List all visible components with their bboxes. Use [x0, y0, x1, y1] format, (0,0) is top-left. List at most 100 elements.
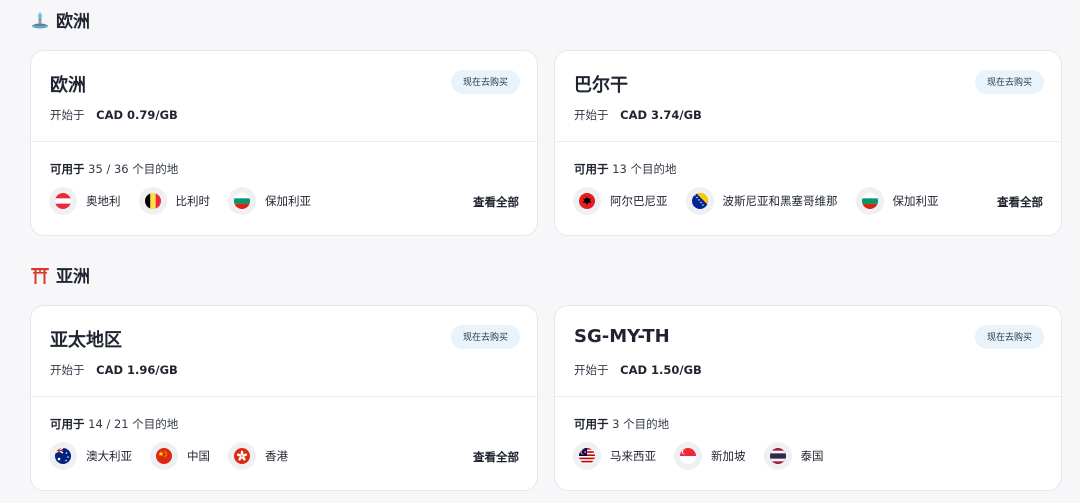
australia-flag-icon [55, 448, 71, 464]
avail-count: 14 / 21 [88, 417, 129, 431]
section-header-europe: 欧洲 [30, 7, 90, 32]
country-name: 波斯尼亚和黑塞哥维那 [722, 194, 838, 208]
price-value: CAD 3.74/GB [620, 108, 702, 122]
avail-count: 3 [612, 417, 620, 431]
country-list: 奥地利 比利时 保加利亚 [49, 187, 329, 215]
availability-line: 可用于 13 个目的地 [574, 161, 676, 177]
country-item: 波斯尼亚和黑塞哥维那 [685, 187, 838, 215]
price-line: 开始于 CAD 1.96/GB [50, 362, 178, 378]
price-value: CAD 0.79/GB [96, 108, 178, 122]
belgium-flag-icon [144, 193, 161, 209]
price-line: 开始于 CAD 0.79/GB [50, 107, 178, 123]
country-item: 保加利亚 [855, 187, 939, 215]
fountain-icon [32, 11, 48, 28]
country-item: 香港 [228, 442, 288, 470]
buy-now-button[interactable]: 现在去购买 [450, 70, 520, 94]
country-name: 保加利亚 [892, 194, 939, 208]
avail-label: 可用于 [50, 162, 85, 176]
availability-line: 可用于 3 个目的地 [574, 416, 669, 432]
country-name: 奥地利 [86, 194, 121, 208]
country-name: 中国 [187, 449, 210, 463]
avail-suffix: 个目的地 [132, 162, 179, 176]
plan-name: 亚太地区 [50, 330, 122, 351]
section-title: 亚洲 [56, 267, 90, 287]
price-label: 开始于 [574, 363, 609, 377]
country-name: 马来西亚 [610, 449, 656, 463]
country-list: 马来西亚 新加坡 泰国 [573, 442, 842, 470]
plan-name: SG-MY-TH [574, 326, 670, 347]
availability-line: 可用于 35 / 36 个目的地 [50, 161, 178, 177]
flag-badge [49, 187, 77, 215]
country-item: 中国 [150, 442, 210, 470]
country-item: 泰国 [763, 442, 824, 470]
price-line: 开始于 CAD 3.74/GB [574, 107, 702, 123]
availability-line: 可用于 14 / 21 个目的地 [50, 416, 178, 432]
flag-badge [674, 442, 702, 470]
card-header: 巴尔干 现在去购买 开始于 CAD 3.74/GB [555, 51, 1061, 142]
buy-now-button[interactable]: 现在去购买 [974, 70, 1044, 94]
country-list: 阿尔巴尼亚 波斯尼亚和黑塞哥维那 保加利亚 [573, 187, 957, 215]
card-header: 欧洲 现在去购买 开始于 CAD 0.79/GB [31, 51, 537, 142]
plan-card-europe[interactable]: 欧洲 现在去购买 开始于 CAD 0.79/GB 可用于 35 / 36 个目的… [30, 50, 538, 236]
country-item: 新加坡 [674, 442, 746, 470]
avail-label: 可用于 [574, 162, 609, 176]
plan-card-sg-my-th[interactable]: SG-MY-TH 现在去购买 开始于 CAD 1.50/GB 可用于 3 个目的… [554, 305, 1062, 491]
country-name: 澳大利亚 [86, 449, 132, 463]
buy-now-button[interactable]: 现在去购买 [974, 325, 1044, 349]
country-item: 比利时 [138, 187, 211, 215]
country-name: 新加坡 [711, 449, 746, 463]
hongkong-flag-icon [234, 448, 250, 464]
avail-suffix: 个目的地 [630, 162, 677, 176]
flag-badge [150, 442, 178, 470]
avail-label: 可用于 [574, 417, 609, 431]
plan-card-balkans[interactable]: 巴尔干 现在去购买 开始于 CAD 3.74/GB 可用于 13 个目的地 阿尔… [554, 50, 1062, 236]
plan-name: 欧洲 [50, 75, 86, 96]
section-title: 欧洲 [56, 12, 90, 32]
buy-now-button[interactable]: 现在去购买 [450, 325, 520, 349]
avail-count: 13 [612, 162, 627, 176]
torii-gate-icon [31, 267, 49, 284]
view-all-link[interactable]: 查看全部 [473, 194, 519, 210]
flag-badge [138, 187, 167, 215]
section-header-asia: 亚洲 [30, 262, 90, 287]
flag-badge [228, 442, 256, 470]
country-item: 马来西亚 [573, 442, 656, 470]
country-name: 阿尔巴尼亚 [610, 194, 668, 208]
country-name: 保加利亚 [265, 194, 311, 208]
flag-badge [49, 442, 77, 470]
price-label: 开始于 [50, 363, 85, 377]
country-name: 比利时 [175, 194, 211, 208]
china-flag-icon [156, 448, 172, 464]
flag-badge [228, 187, 256, 215]
country-name: 香港 [265, 449, 288, 463]
thailand-flag-icon [769, 448, 786, 464]
country-list: 澳大利亚 中国 香港 [49, 442, 306, 470]
flag-badge [855, 187, 884, 215]
bulgaria-flag-icon [861, 193, 878, 209]
avail-label: 可用于 [50, 417, 85, 431]
flag-badge [685, 187, 714, 215]
avail-suffix: 个目的地 [623, 417, 670, 431]
avail-suffix: 个目的地 [132, 417, 179, 431]
malaysia-flag-icon [579, 448, 595, 464]
view-all-link[interactable]: 查看全部 [997, 194, 1043, 210]
price-label: 开始于 [50, 108, 85, 122]
singapore-flag-icon [680, 448, 696, 464]
albania-flag-icon [579, 193, 595, 209]
flag-badge [573, 442, 601, 470]
view-all-link[interactable]: 查看全部 [473, 449, 519, 465]
country-item: 奥地利 [49, 187, 121, 215]
price-line: 开始于 CAD 1.50/GB [574, 362, 702, 378]
bosnia-flag-icon [691, 193, 708, 209]
price-label: 开始于 [574, 108, 609, 122]
card-header: 亚太地区 现在去购买 开始于 CAD 1.96/GB [31, 306, 537, 397]
plan-card-asia-pacific[interactable]: 亚太地区 现在去购买 开始于 CAD 1.96/GB 可用于 14 / 21 个… [30, 305, 538, 491]
card-header: SG-MY-TH 现在去购买 开始于 CAD 1.50/GB [555, 306, 1061, 397]
country-name: 泰国 [800, 449, 824, 463]
bulgaria-flag-icon [234, 193, 250, 209]
country-item: 澳大利亚 [49, 442, 132, 470]
austria-flag-icon [55, 193, 71, 209]
price-value: CAD 1.50/GB [620, 363, 702, 377]
plan-name: 巴尔干 [574, 75, 628, 96]
country-item: 阿尔巴尼亚 [573, 187, 668, 215]
